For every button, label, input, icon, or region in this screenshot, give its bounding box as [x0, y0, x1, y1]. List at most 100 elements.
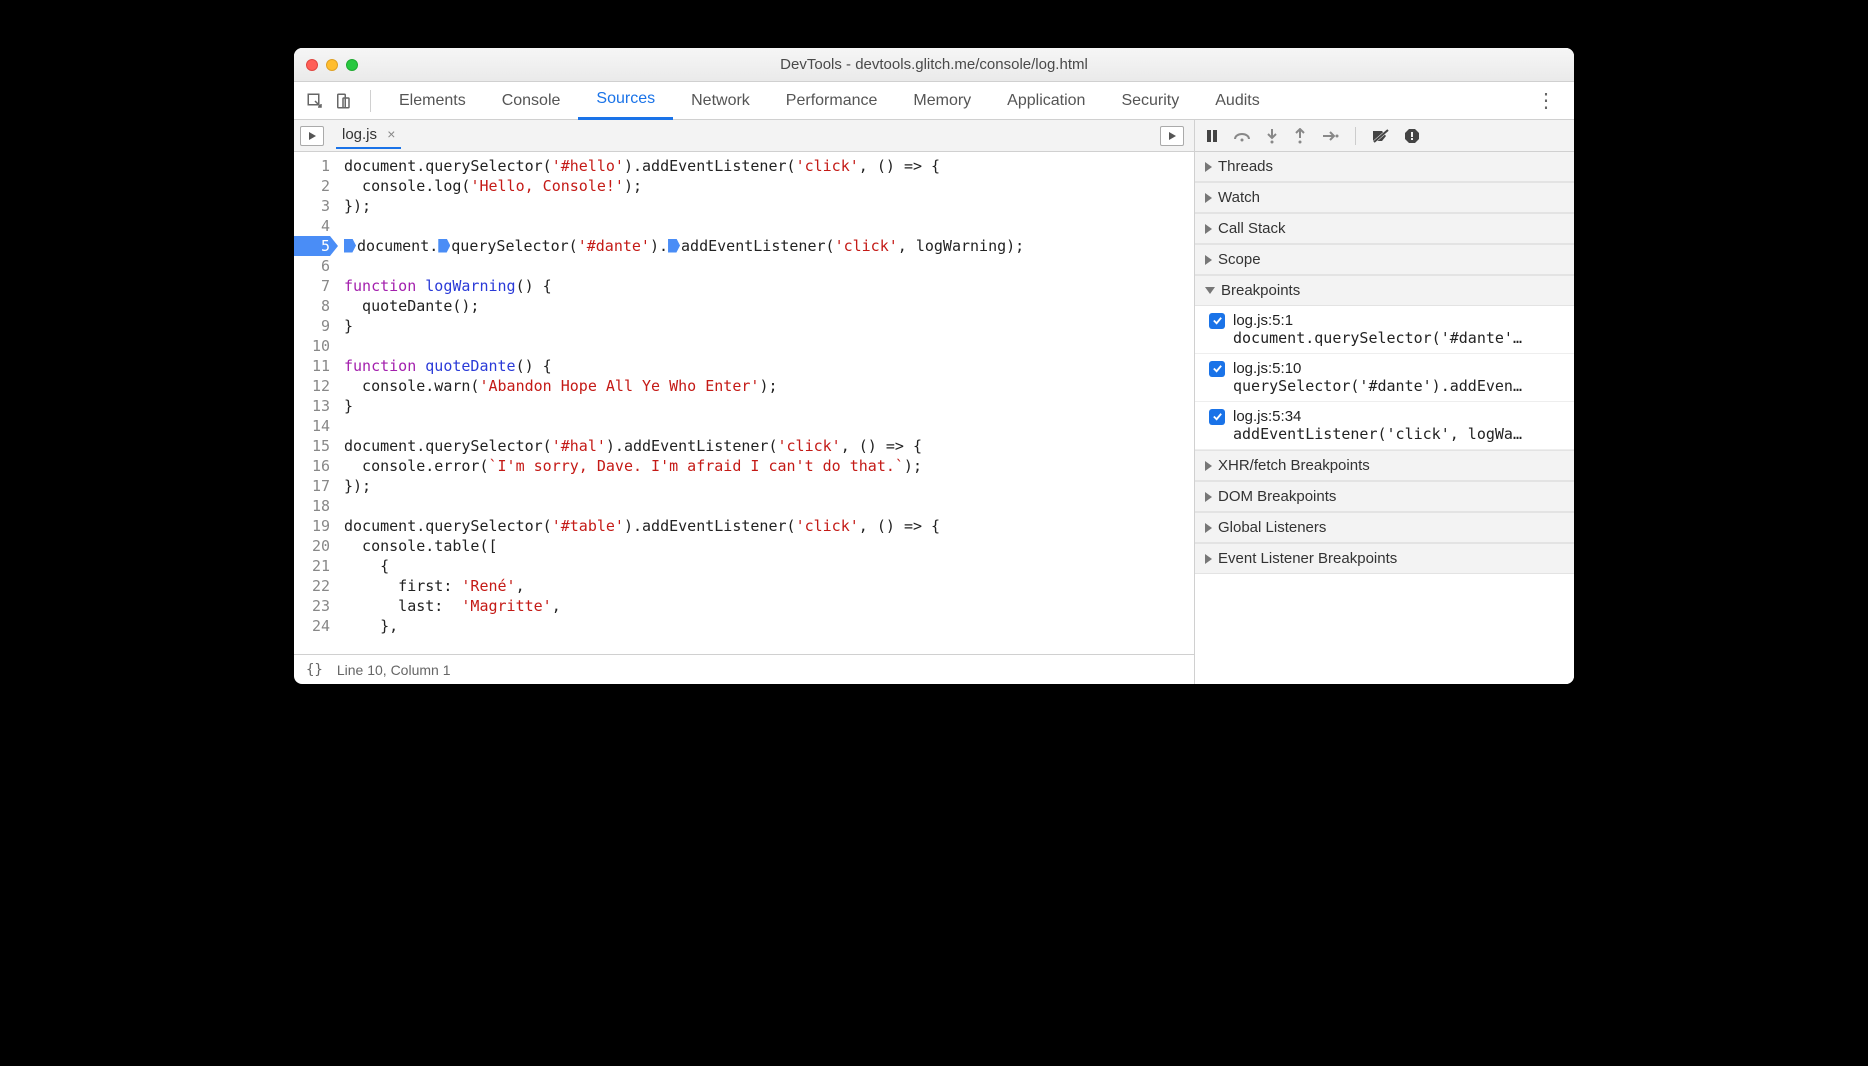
line-number[interactable]: 19 [294, 516, 330, 536]
file-tab-logjs[interactable]: log.js × [336, 122, 401, 149]
code-line[interactable]: quoteDante(); [344, 296, 1194, 316]
line-number[interactable]: 16 [294, 456, 330, 476]
code-line[interactable]: function logWarning() { [344, 276, 1194, 296]
breakpoint-checkbox[interactable] [1209, 313, 1225, 329]
line-number[interactable]: 23 [294, 596, 330, 616]
line-number[interactable]: 6 [294, 256, 330, 276]
code-line[interactable]: } [344, 316, 1194, 336]
code-line[interactable]: } [344, 396, 1194, 416]
code-line[interactable] [344, 336, 1194, 356]
code-line[interactable]: first: 'René', [344, 576, 1194, 596]
tab-network[interactable]: Network [673, 82, 768, 120]
chevron-right-icon [1205, 523, 1212, 533]
pause-icon[interactable] [1205, 129, 1219, 143]
code-line[interactable] [344, 416, 1194, 436]
pause-on-exceptions-icon[interactable] [1404, 128, 1420, 144]
line-number[interactable]: 7 [294, 276, 330, 296]
line-number[interactable]: 12 [294, 376, 330, 396]
deactivate-breakpoints-icon[interactable] [1372, 128, 1390, 144]
tab-memory[interactable]: Memory [895, 82, 989, 120]
pane-header-xhr-fetch-breakpoints[interactable]: XHR/fetch Breakpoints [1195, 450, 1574, 481]
line-number[interactable]: 4 [294, 216, 330, 236]
editor-pane: log.js × 1234567891011121314151617181920… [294, 120, 1194, 684]
line-number[interactable]: 13 [294, 396, 330, 416]
step-over-icon[interactable] [1233, 129, 1251, 143]
code-line[interactable]: function quoteDante() { [344, 356, 1194, 376]
column-breakpoint-icon[interactable] [344, 239, 356, 253]
file-tab-label: log.js [342, 126, 377, 143]
inspect-icon[interactable] [304, 90, 326, 112]
line-number[interactable]: 18 [294, 496, 330, 516]
pane-header-threads[interactable]: Threads [1195, 152, 1574, 182]
pane-header-scope[interactable]: Scope [1195, 244, 1574, 275]
code-line[interactable]: document.querySelector('#hal').addEventL… [344, 436, 1194, 456]
line-gutter[interactable]: 123456789101112131415161718192021222324 [294, 152, 336, 654]
tab-performance[interactable]: Performance [768, 82, 896, 120]
tab-console[interactable]: Console [484, 82, 579, 120]
column-breakpoint-icon[interactable] [438, 239, 450, 253]
more-menu-icon[interactable]: ⋮ [1528, 88, 1564, 113]
code-line[interactable]: document.querySelector('#dante').addEven… [344, 236, 1194, 256]
step-out-icon[interactable] [1293, 128, 1307, 144]
step-into-icon[interactable] [1265, 128, 1279, 144]
chevron-right-icon [1205, 224, 1212, 234]
breakpoint-item[interactable]: log.js:5:10querySelector('#dante').addEv… [1195, 354, 1574, 402]
breakpoint-checkbox[interactable] [1209, 409, 1225, 425]
code-line[interactable]: console.warn('Abandon Hope All Ye Who En… [344, 376, 1194, 396]
pretty-print-icon[interactable]: {} [306, 662, 323, 678]
code-line[interactable] [344, 256, 1194, 276]
line-number[interactable]: 9 [294, 316, 330, 336]
code-line[interactable]: last: 'Magritte', [344, 596, 1194, 616]
line-number[interactable]: 17 [294, 476, 330, 496]
code-line[interactable]: }); [344, 196, 1194, 216]
line-number[interactable]: 14 [294, 416, 330, 436]
device-toggle-icon[interactable] [332, 90, 354, 112]
pane-header-global-listeners[interactable]: Global Listeners [1195, 512, 1574, 543]
pane-label: Event Listener Breakpoints [1218, 550, 1397, 567]
tab-elements[interactable]: Elements [381, 82, 484, 120]
cursor-position: Line 10, Column 1 [337, 662, 451, 678]
navigator-toggle-icon[interactable] [300, 126, 324, 146]
tab-audits[interactable]: Audits [1197, 82, 1277, 120]
line-number[interactable]: 5 [294, 236, 330, 256]
line-number[interactable]: 3 [294, 196, 330, 216]
line-number[interactable]: 11 [294, 356, 330, 376]
breakpoint-checkbox[interactable] [1209, 361, 1225, 377]
pane-header-event-listener-breakpoints[interactable]: Event Listener Breakpoints [1195, 543, 1574, 574]
code-line[interactable]: document.querySelector('#table').addEven… [344, 516, 1194, 536]
code-content[interactable]: document.querySelector('#hello').addEven… [336, 152, 1194, 654]
line-number[interactable]: 20 [294, 536, 330, 556]
column-breakpoint-icon[interactable] [668, 239, 680, 253]
line-number[interactable]: 2 [294, 176, 330, 196]
pane-header-watch[interactable]: Watch [1195, 182, 1574, 213]
code-line[interactable] [344, 496, 1194, 516]
breakpoint-item[interactable]: log.js:5:1document.querySelector('#dante… [1195, 306, 1574, 354]
pane-label: DOM Breakpoints [1218, 488, 1336, 505]
debugger-toggle-icon[interactable] [1160, 126, 1184, 146]
code-line[interactable]: }, [344, 616, 1194, 636]
tab-security[interactable]: Security [1103, 82, 1197, 120]
pane-header-call-stack[interactable]: Call Stack [1195, 213, 1574, 244]
pane-header-dom-breakpoints[interactable]: DOM Breakpoints [1195, 481, 1574, 512]
line-number[interactable]: 1 [294, 156, 330, 176]
code-line[interactable]: console.log('Hello, Console!'); [344, 176, 1194, 196]
code-line[interactable]: document.querySelector('#hello').addEven… [344, 156, 1194, 176]
code-line[interactable]: { [344, 556, 1194, 576]
line-number[interactable]: 8 [294, 296, 330, 316]
pane-header-breakpoints[interactable]: Breakpoints [1195, 275, 1574, 306]
step-icon[interactable] [1321, 129, 1339, 143]
code-area[interactable]: 123456789101112131415161718192021222324 … [294, 152, 1194, 654]
line-number[interactable]: 15 [294, 436, 330, 456]
line-number[interactable]: 24 [294, 616, 330, 636]
line-number[interactable]: 21 [294, 556, 330, 576]
code-line[interactable] [344, 216, 1194, 236]
tab-sources[interactable]: Sources [578, 82, 673, 120]
code-line[interactable]: console.table([ [344, 536, 1194, 556]
breakpoint-item[interactable]: log.js:5:34addEventListener('click', log… [1195, 402, 1574, 450]
close-icon[interactable]: × [387, 126, 395, 142]
tab-application[interactable]: Application [989, 82, 1103, 120]
code-line[interactable]: }); [344, 476, 1194, 496]
line-number[interactable]: 22 [294, 576, 330, 596]
line-number[interactable]: 10 [294, 336, 330, 356]
code-line[interactable]: console.error(`I'm sorry, Dave. I'm afra… [344, 456, 1194, 476]
